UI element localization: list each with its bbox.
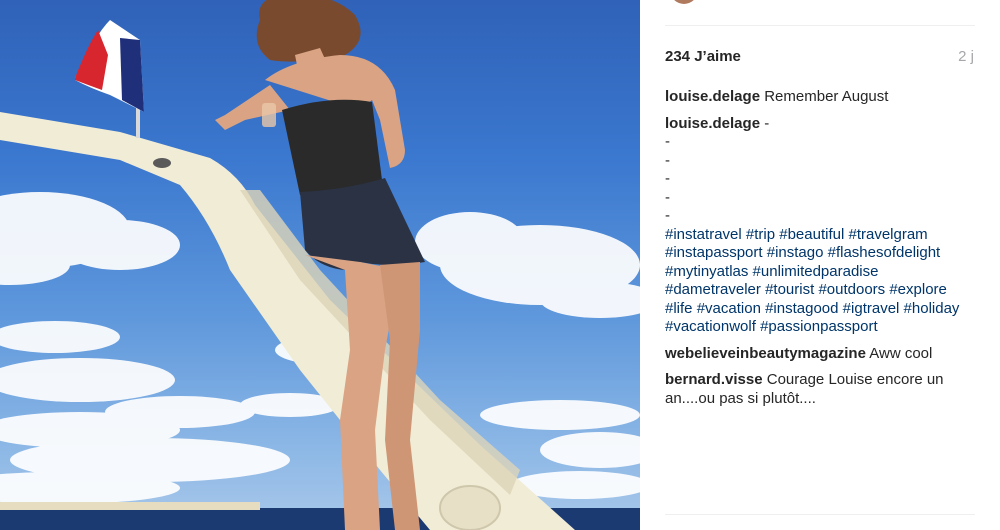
divider <box>665 514 975 515</box>
hashtag-link[interactable]: #passionpassport <box>760 318 878 335</box>
hashtag-link[interactable]: #instagood <box>765 300 838 317</box>
comment-text: Remember August <box>764 88 889 105</box>
hashtag-link[interactable]: #trip <box>746 226 775 243</box>
dash-line: - <box>665 188 670 206</box>
comment-username[interactable]: bernard.visse <box>665 371 763 388</box>
caption-comment: louise.delage Remember August <box>665 88 977 107</box>
dash-line: - <box>665 207 670 224</box>
hashtag-link[interactable]: #beautiful <box>779 226 844 243</box>
hashtag-link[interactable]: #instapassport <box>665 244 763 261</box>
hashtag-link[interactable]: #mytinyatlas <box>665 263 748 280</box>
dash-line: - <box>665 133 670 150</box>
comment-list: louise.delage Remember August louise.del… <box>665 88 977 408</box>
hashtag-link[interactable]: #vacationwolf <box>665 318 756 335</box>
hashtag-link[interactable]: #unlimitedparadise <box>753 263 879 280</box>
post-photo[interactable] <box>0 0 640 530</box>
hashtag-list: #instatravel #trip #beautiful #travelgra… <box>665 226 977 337</box>
hashtag-link[interactable]: #life <box>665 300 693 317</box>
hashtag-link[interactable]: #dametraveler <box>665 281 761 298</box>
hashtag-comment: louise.delage - - - - - - #instatravel #… <box>665 115 977 337</box>
comment-username[interactable]: louise.delage <box>665 88 760 105</box>
photo-scene <box>0 0 640 530</box>
dash-line: - <box>665 151 670 169</box>
divider <box>665 25 975 26</box>
comment-username[interactable]: louise.delage <box>665 115 760 132</box>
hashtag-link[interactable]: #explore <box>889 281 947 298</box>
hashtag-link[interactable]: #igtravel <box>843 300 900 317</box>
hashtag-link[interactable]: #outdoors <box>818 281 885 298</box>
dash-line: - <box>665 170 670 187</box>
hashtag-link[interactable]: #vacation <box>697 300 761 317</box>
comment-username[interactable]: webelieveinbeautymagazine <box>665 345 866 362</box>
comment-item: bernard.visse Courage Louise encore un a… <box>665 371 977 408</box>
hashtag-link[interactable]: #holiday <box>904 300 960 317</box>
hashtag-link[interactable]: #instago <box>767 244 824 261</box>
hashtag-link[interactable]: #tourist <box>765 281 814 298</box>
likes-count[interactable]: 234 J’aime <box>665 48 741 65</box>
french-flag-icon <box>75 20 144 112</box>
hashtag-link[interactable]: #travelgram <box>848 226 927 243</box>
post-timestamp[interactable]: 2 j <box>958 48 974 65</box>
hashtag-link[interactable]: #instatravel <box>665 226 742 243</box>
hashtag-link[interactable]: #flashesofdelight <box>828 244 941 261</box>
comment-text: - <box>764 114 770 132</box>
comment-text: Aww cool <box>869 344 933 362</box>
comment-item: webelieveinbeautymagazine Aww cool <box>665 345 977 364</box>
